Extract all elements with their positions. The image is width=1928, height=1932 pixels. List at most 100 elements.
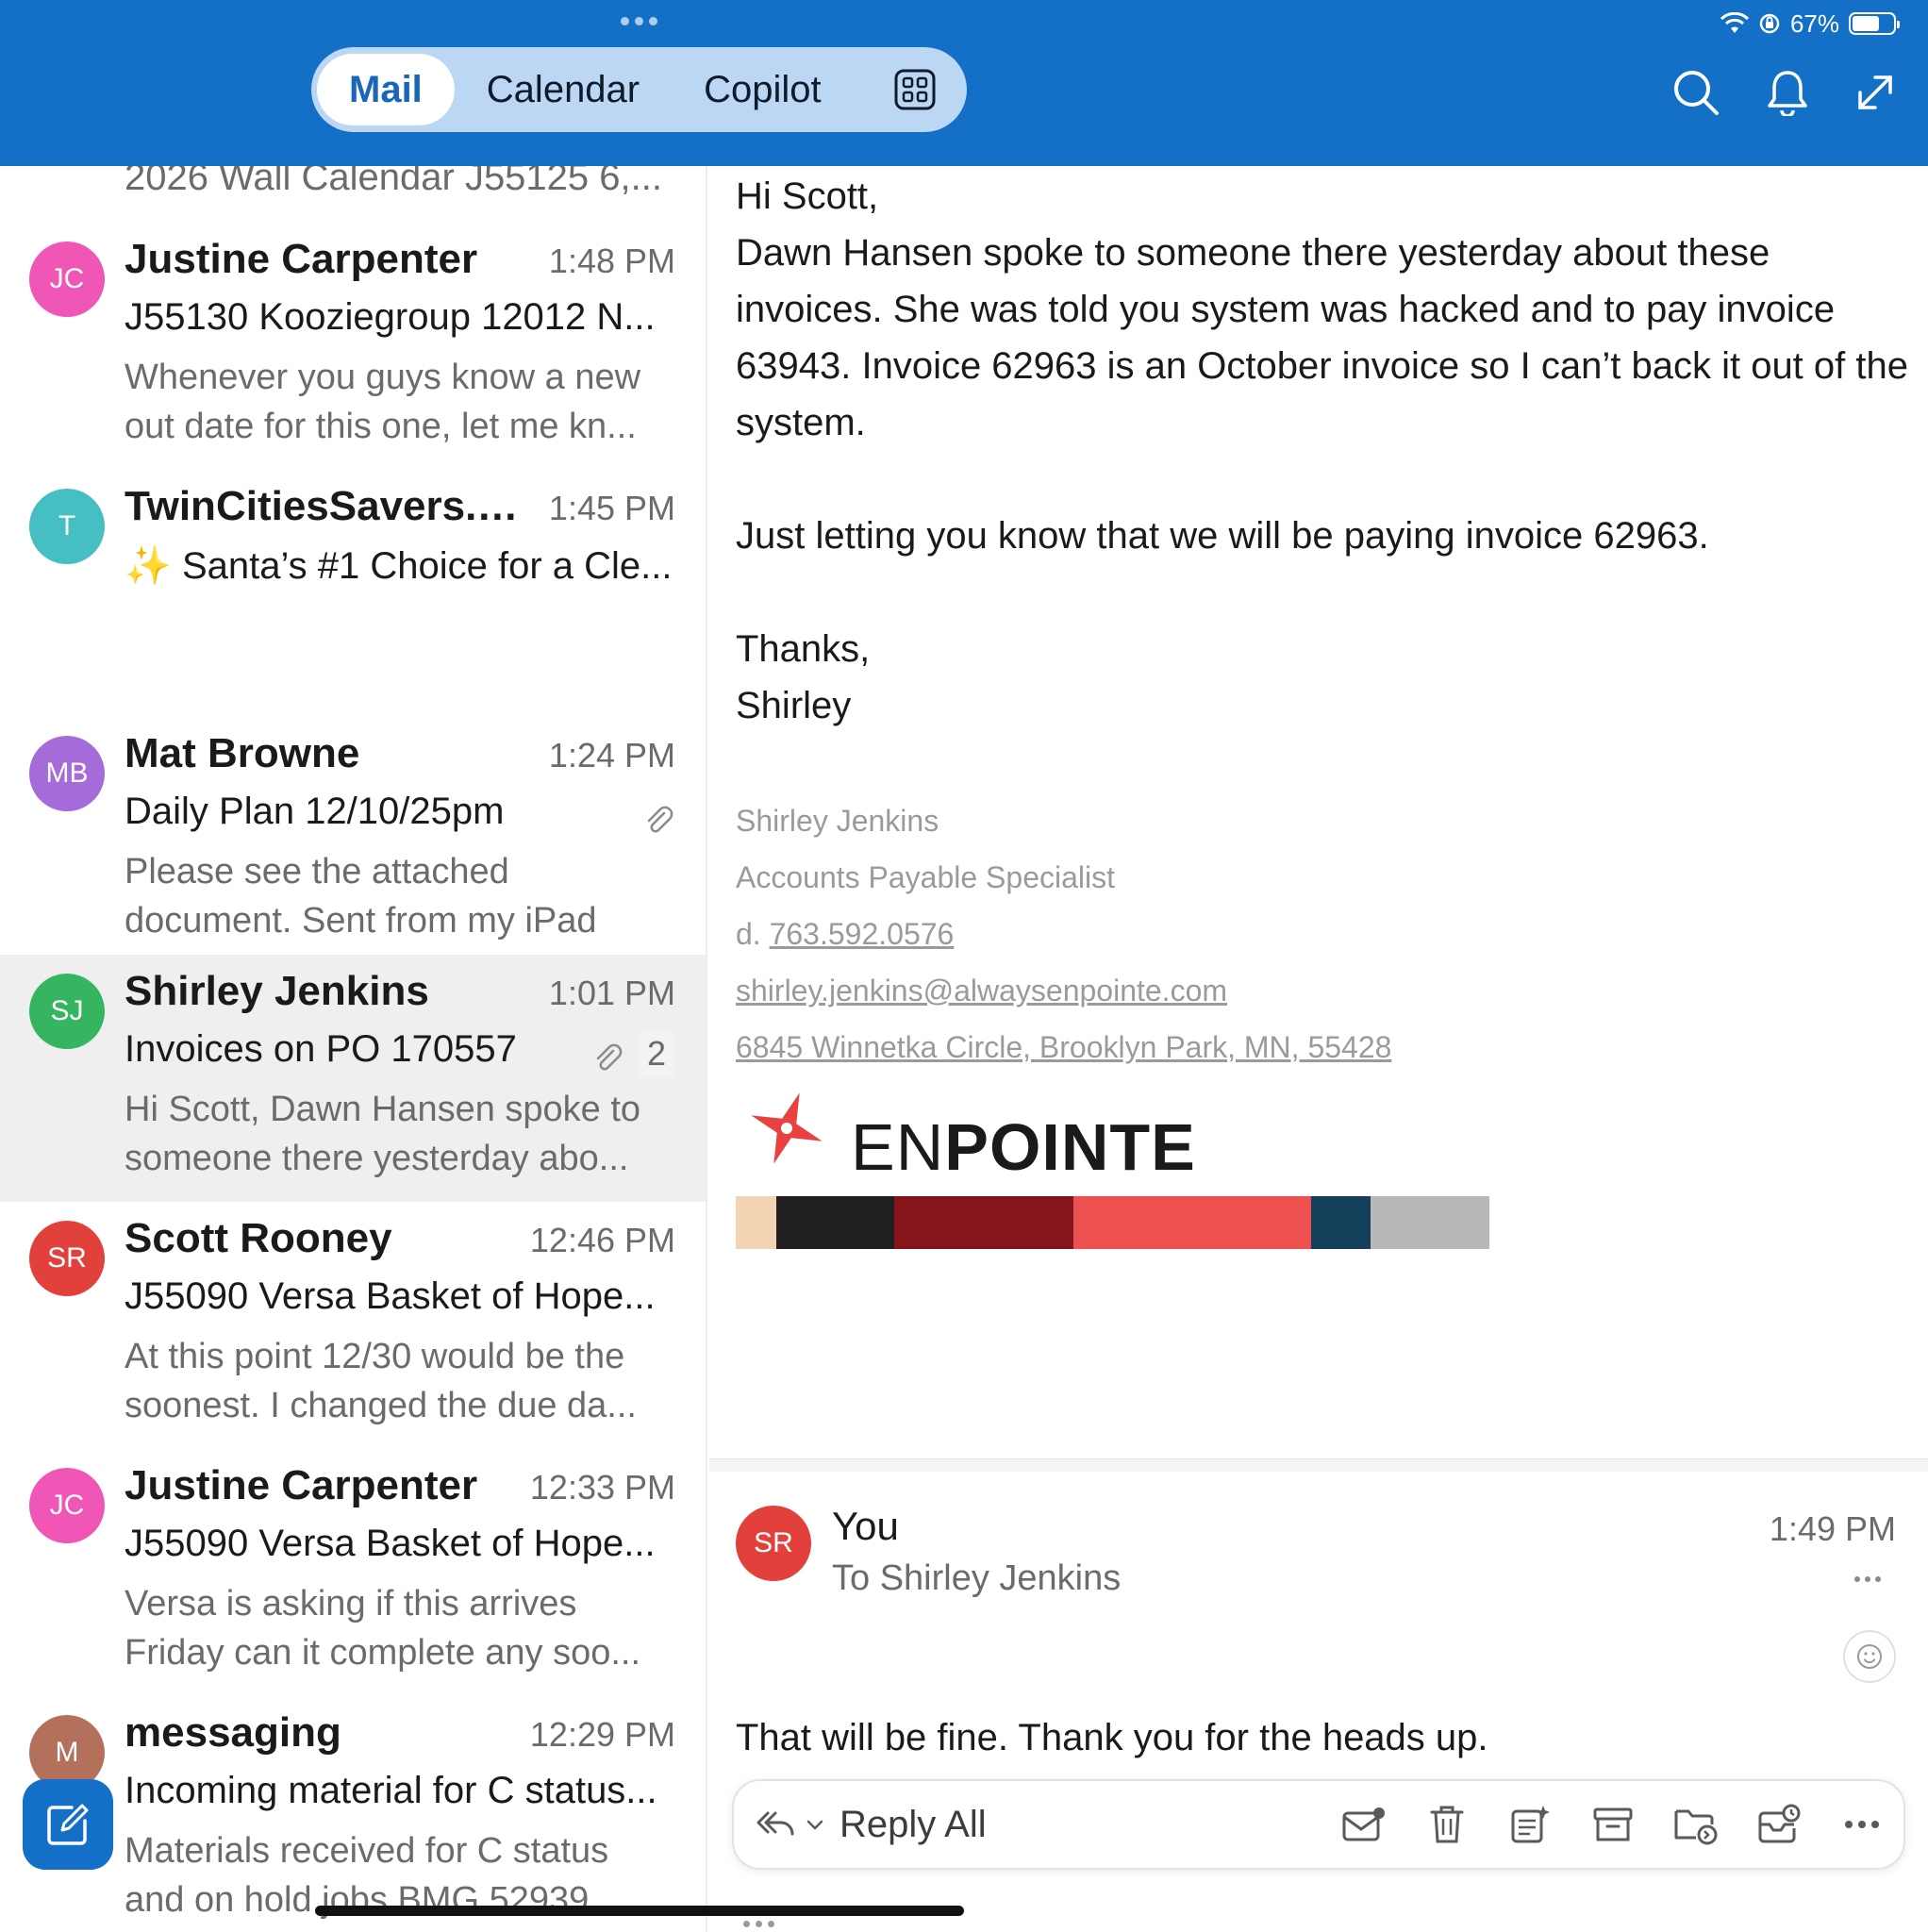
orientation-lock-icon <box>1759 13 1780 34</box>
address-link[interactable]: 6845 Winnetka Circle, Brooklyn Park, MN,… <box>736 1019 1391 1075</box>
tab-copilot[interactable]: Copilot <box>672 54 854 125</box>
signature-title: Accounts Payable Specialist <box>736 860 1115 894</box>
app-switcher: Mail Calendar Copilot <box>311 47 967 132</box>
mail-subject: J55090 Versa Basket of Hope... <box>125 1275 656 1317</box>
mail-item-shirley-jenkins[interactable]: SJ Shirley Jenkins 1:01 PM Invoices on P… <box>0 955 706 1202</box>
multitasking-handle[interactable] <box>615 13 662 28</box>
mail-time: 1:48 PM <box>548 242 675 280</box>
reply-all-label: Reply All <box>839 1803 987 1845</box>
mail-item-justine-carpenter-1[interactable]: JC Justine Carpenter 1:48 PM J55130 Kooz… <box>0 223 706 470</box>
email-link[interactable]: shirley.jenkins@alwaysenpointe.com <box>736 962 1391 1019</box>
mail-subject: ✨ Santa’s #1 Choice for a Cle... <box>125 545 673 587</box>
phone-link[interactable]: 763.592.0576 <box>770 917 955 951</box>
mail-subject: Invoices on PO 170557 <box>125 1028 517 1070</box>
sender-name: Justine Carpenter <box>125 236 478 282</box>
sparkle-icon: ✨ <box>125 545 172 587</box>
move-folder-icon[interactable] <box>1670 1798 1722 1851</box>
mail-time: 1:01 PM <box>548 974 675 1012</box>
mail-preview: Versa is asking if this arrives Friday c… <box>125 1584 641 1673</box>
reply-time: 1:49 PM <box>1769 1509 1896 1548</box>
reply-all-button[interactable]: Reply All <box>755 1791 987 1857</box>
apps-grid-icon[interactable] <box>882 57 948 123</box>
tab-calendar[interactable]: Calendar <box>455 54 672 125</box>
sender-name: messaging <box>125 1709 341 1756</box>
sender-name: Justine Carpenter <box>125 1462 478 1508</box>
mail-time: 12:29 PM <box>529 1715 675 1754</box>
avatar: JC <box>29 1468 105 1543</box>
mail-time: 12:46 PM <box>529 1221 675 1259</box>
mail-item-justine-carpenter-2[interactable]: JC Justine Carpenter 12:33 PM J55090 Ver… <box>0 1449 706 1696</box>
color-strip-segment <box>736 1196 776 1249</box>
search-icon[interactable] <box>1670 66 1722 119</box>
mail-time: 1:24 PM <box>548 736 675 774</box>
mail-preview: Hi Scott, Dawn Hansen spoke to someone t… <box>125 1090 641 1178</box>
color-strip-segment <box>894 1196 1073 1249</box>
mail-item-twincitiessavers[interactable]: T TwinCitiesSavers.co... 1:45 PM ✨ Santa… <box>0 470 706 717</box>
thread-divider <box>709 1458 1928 1472</box>
top-bar: 67% Mail Calendar Copilot <box>0 0 1928 166</box>
paperclip-icon <box>647 806 673 833</box>
reply-body: That will be fine. Thank you for the hea… <box>736 1717 1488 1758</box>
logo-wordmark: ENPOINTE <box>851 1110 1196 1184</box>
message-body: Hi Scott, Dawn Hansen spoke to someone t… <box>736 175 1908 726</box>
mail-subject: Incoming material for C status... <box>125 1770 657 1811</box>
mail-subject: Daily Plan 12/10/25pm <box>125 791 505 832</box>
sender-name: Scott Rooney <box>125 1215 392 1261</box>
battery-percent: 67% <box>1789 8 1839 38</box>
expand-icon[interactable] <box>1849 66 1902 119</box>
message-action-bar: Reply All <box>732 1779 1905 1870</box>
mail-preview: Whenever you guys know a new out date fo… <box>125 358 641 446</box>
battery-icon <box>1849 12 1900 35</box>
avatar: SJ <box>29 974 105 1049</box>
mail-time: 1:45 PM <box>548 489 675 527</box>
status-bar: 67% <box>1720 8 1900 40</box>
reply-sender: You <box>832 1504 899 1548</box>
snooze-icon[interactable] <box>1753 1798 1805 1851</box>
chevron-down-icon[interactable] <box>804 1813 826 1836</box>
reaction-icon[interactable] <box>1843 1630 1896 1683</box>
home-indicator[interactable] <box>315 1906 964 1916</box>
avatar: JC <box>29 242 105 317</box>
mail-list[interactable]: 2026 Wall Calendar J55125 6,... JC Justi… <box>0 166 707 1932</box>
mail-preview: At this point 12/30 would be the soonest… <box>125 1337 637 1425</box>
mail-preview: Please see the attached document. Sent f… <box>125 852 597 941</box>
tab-mail[interactable]: Mail <box>317 54 455 125</box>
sender-name: TwinCitiesSavers.co... <box>125 483 540 529</box>
color-strip-segment <box>1371 1196 1489 1249</box>
mail-subject: J55130 Kooziegroup 12012 N... <box>125 296 656 338</box>
compose-button[interactable] <box>23 1779 113 1870</box>
mail-item-mat-browne[interactable]: MB Mat Browne 1:24 PM Daily Plan 12/10/2… <box>0 717 706 964</box>
message-more-icon[interactable] <box>1854 1570 1892 1589</box>
more-icon[interactable] <box>1836 1798 1888 1851</box>
avatar: SR <box>29 1221 105 1296</box>
paperclip-icon <box>596 1043 623 1071</box>
signature-phone-row: d. 763.592.0576 <box>736 917 955 951</box>
thread-count-badge: 2 <box>637 1030 675 1077</box>
bell-icon[interactable] <box>1761 66 1814 119</box>
trash-icon[interactable] <box>1421 1798 1473 1851</box>
mail-time: 12:33 PM <box>529 1468 675 1507</box>
compose-icon <box>47 1804 89 1845</box>
avatar: MB <box>29 736 105 811</box>
reply-recipient: To Shirley Jenkins <box>832 1558 1122 1598</box>
clipped-mail-subject: 2026 Wall Calendar J55125 6,... <box>125 166 662 198</box>
avatar: SR <box>736 1506 811 1581</box>
avatar: T <box>29 489 105 564</box>
reply-all-icon <box>756 1811 794 1836</box>
reading-pane[interactable]: Hi Scott, Dawn Hansen spoke to someone t… <box>709 166 1928 1932</box>
signature-color-strip <box>736 1196 1489 1249</box>
mail-item-scott-rooney[interactable]: SR Scott Rooney 12:46 PM J55090 Versa Ba… <box>0 1202 706 1449</box>
sender-name: Shirley Jenkins <box>125 968 429 1014</box>
mail-subject: J55090 Versa Basket of Hope... <box>125 1523 656 1564</box>
mark-unread-icon[interactable] <box>1338 1798 1390 1851</box>
summarize-icon[interactable] <box>1504 1798 1556 1851</box>
sender-name: Mat Browne <box>125 730 360 776</box>
signature-name: Shirley Jenkins <box>736 804 939 838</box>
color-strip-segment <box>1073 1196 1311 1249</box>
email-signature: Shirley Jenkins Accounts Payable Special… <box>736 792 1391 1075</box>
color-strip-segment <box>1311 1196 1371 1249</box>
color-strip-segment <box>776 1196 894 1249</box>
archive-icon[interactable] <box>1587 1798 1639 1851</box>
scroll-more-indicator <box>743 1921 774 1927</box>
wifi-icon <box>1720 12 1749 33</box>
